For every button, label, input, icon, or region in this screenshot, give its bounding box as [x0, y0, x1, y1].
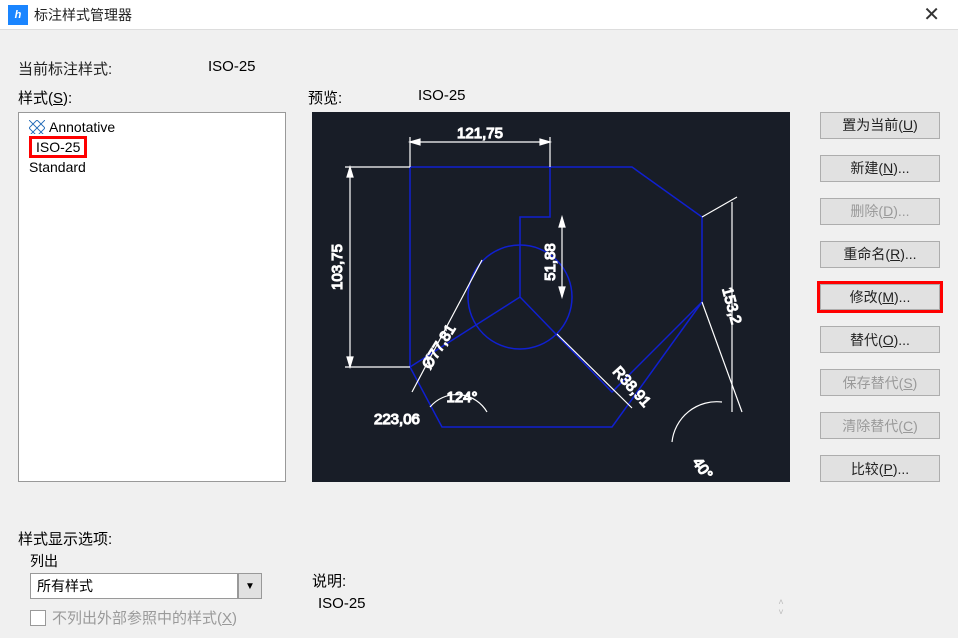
dim-top: 121,75 — [457, 125, 503, 142]
override-button[interactable]: 替代(O)... — [820, 326, 940, 353]
style-item-label: Annotative — [49, 119, 115, 135]
dim-r38: R38,91 — [609, 363, 654, 410]
styles-label: 样式(S): — [18, 87, 308, 108]
dim-left: 103,75 — [329, 244, 346, 290]
dim-51: 51,88 — [542, 243, 559, 281]
preview-panel: 121,75 103,75 51,88 153,2 Ø77,81 R38 — [312, 112, 790, 482]
display-options-label: 样式显示选项: — [18, 528, 286, 549]
list-out-label: 列出 — [30, 551, 286, 571]
description-label: 说明: — [312, 570, 790, 591]
style-item-label: ISO-25 — [29, 136, 87, 158]
rename-button[interactable]: 重命名(R)... — [820, 241, 940, 268]
window-title: 标注样式管理器 — [34, 5, 913, 25]
style-listbox[interactable]: Annotative ISO-25 Standard — [18, 112, 286, 482]
style-item-annotative[interactable]: Annotative — [27, 117, 277, 137]
current-style-label: 当前标注样式: — [18, 58, 208, 79]
dim-124: 124° — [446, 389, 477, 406]
scroll-up-icon[interactable]: ˄ — [772, 597, 790, 607]
preview-label: 预览: — [308, 87, 418, 108]
save-override-button: 保存替代(S) — [820, 369, 940, 396]
chevron-down-icon: ▼ — [245, 581, 255, 592]
preview-style-name: ISO-25 — [418, 87, 466, 108]
set-current-button[interactable]: 置为当前(U) — [820, 112, 940, 139]
dim-dia: Ø77,81 — [419, 321, 459, 372]
combo-dropdown-button[interactable]: ▼ — [238, 573, 262, 599]
dim-153: 153,2 — [718, 286, 744, 327]
close-icon[interactable]: ✕ — [913, 2, 950, 27]
annotative-icon — [29, 120, 45, 134]
modify-button[interactable]: 修改(M)... — [820, 284, 940, 311]
compare-button[interactable]: 比较(P)... — [820, 455, 940, 482]
dim-40: 40° — [689, 455, 716, 482]
clear-override-button: 清除替代(C) — [820, 412, 940, 439]
description-value: ISO-25 — [318, 595, 366, 612]
style-item-label: Standard — [29, 159, 86, 175]
new-button[interactable]: 新建(N)... — [820, 155, 940, 182]
current-style-value: ISO-25 — [208, 58, 256, 79]
scroll-down-icon[interactable]: ˅ — [772, 607, 790, 617]
app-icon: h — [8, 5, 28, 25]
list-filter-combo[interactable]: 所有样式 — [30, 573, 238, 599]
delete-button: 删除(D)... — [820, 198, 940, 225]
dim-223: 223,06 — [374, 411, 420, 428]
style-item-standard[interactable]: Standard — [27, 157, 277, 177]
style-item-iso25[interactable]: ISO-25 — [27, 137, 277, 157]
description-box: ISO-25 ˄ ˅ — [312, 593, 790, 638]
